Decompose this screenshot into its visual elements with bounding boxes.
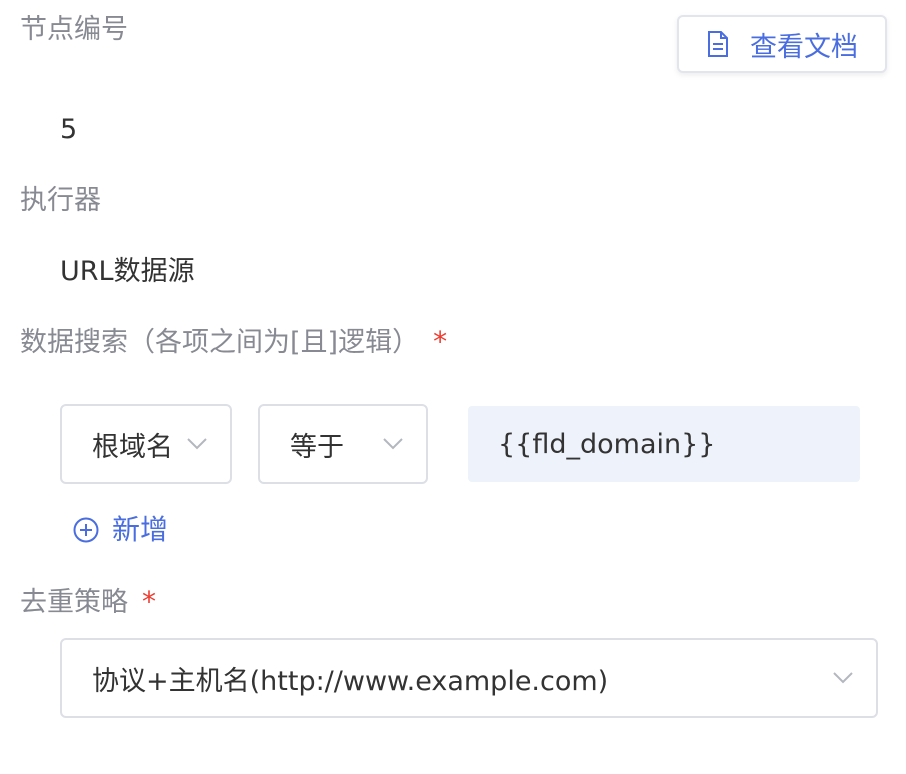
dedup-strategy-value: 协议+主机名(http://www.example.com): [92, 665, 609, 697]
view-docs-label: 查看文档: [750, 31, 858, 63]
dedup-strategy-select[interactable]: 协议+主机名(http://www.example.com): [60, 638, 878, 718]
chevron-down-icon: [832, 671, 854, 685]
chevron-down-icon: [382, 437, 404, 451]
required-mark: *: [433, 325, 448, 358]
node-number-value: 5: [60, 114, 78, 145]
plus-circle-icon: [72, 516, 100, 544]
field-select-value: 根域名: [92, 431, 173, 463]
dedup-strategy-label-text: 去重策略: [20, 587, 128, 618]
add-condition-button[interactable]: 新增: [72, 510, 168, 550]
executor-label: 执行器: [20, 185, 101, 216]
node-number-label: 节点编号: [20, 14, 128, 45]
dedup-strategy-label: 去重策略 *: [20, 584, 156, 621]
executor-value: URL数据源: [60, 256, 195, 287]
data-search-label: 数据搜索（各项之间为[且]逻辑） *: [20, 324, 447, 361]
view-docs-button[interactable]: 查看文档: [677, 15, 887, 73]
search-value-input[interactable]: {{fld_domain}}: [468, 406, 860, 482]
operator-select-value: 等于: [290, 431, 344, 463]
required-mark: *: [142, 585, 156, 618]
data-search-label-text: 数据搜索（各项之间为[且]逻辑）: [20, 327, 420, 358]
add-condition-label: 新增: [112, 513, 169, 546]
document-icon: [706, 30, 730, 58]
operator-select[interactable]: 等于: [258, 404, 428, 484]
chevron-down-icon: [186, 437, 208, 451]
field-select[interactable]: 根域名: [60, 404, 232, 484]
